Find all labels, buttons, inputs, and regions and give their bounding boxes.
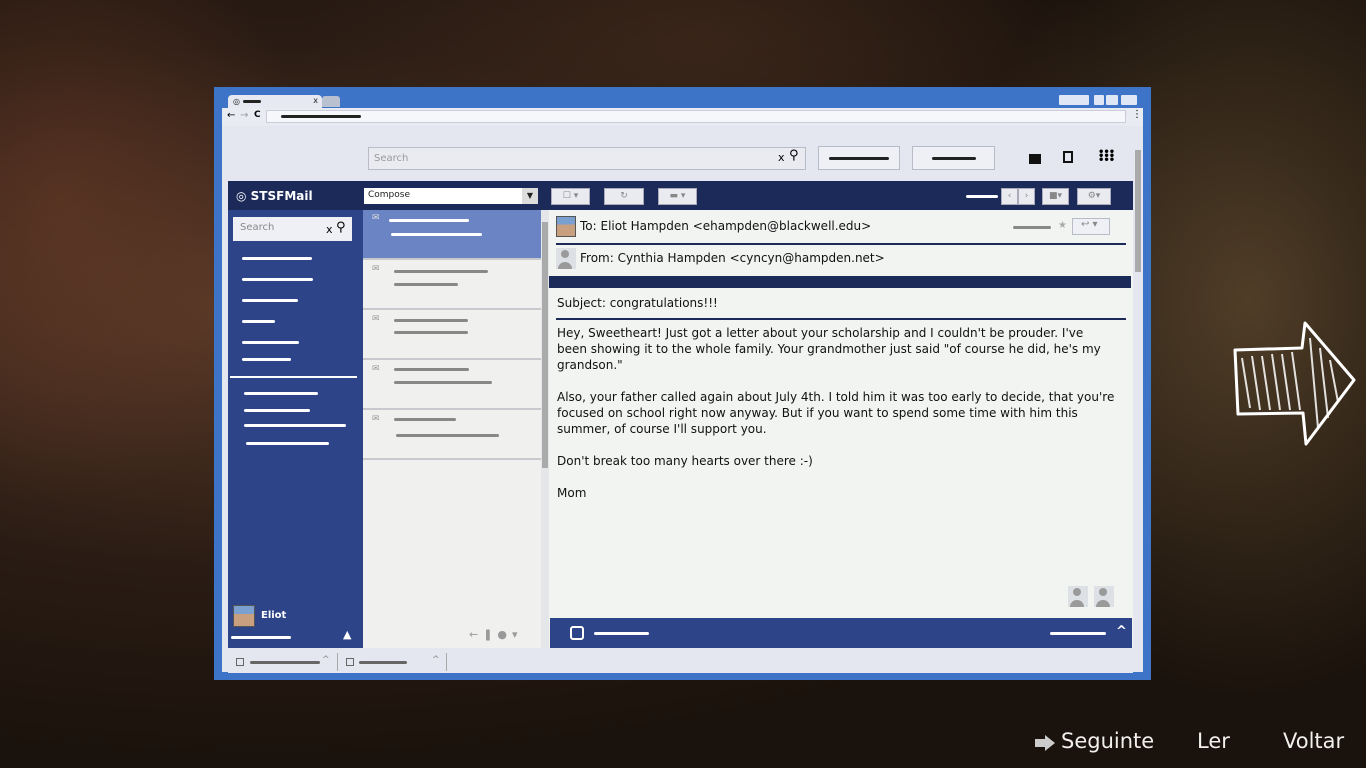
apps-grid-icon[interactable]: ••• ••• ••• bbox=[1098, 148, 1115, 166]
sidebar-clear-icon[interactable]: x bbox=[326, 223, 333, 236]
clear-search-icon[interactable]: x bbox=[778, 151, 785, 164]
sidebar-item[interactable] bbox=[242, 278, 313, 281]
next-page-button[interactable]: › bbox=[1018, 188, 1035, 205]
envelope-icon: ✉ bbox=[372, 364, 380, 374]
app-name: STSFMail bbox=[250, 189, 313, 203]
chevron-down-icon: ▼ bbox=[522, 188, 538, 204]
open-envelope-icon: ✉ bbox=[372, 213, 380, 223]
select-checkbox-button[interactable]: ☐ ▾ bbox=[551, 188, 590, 205]
more-button[interactable]: ▬ ▾ bbox=[658, 188, 697, 205]
back-prompt[interactable]: Voltar bbox=[1283, 729, 1344, 753]
forward-icon[interactable]: → bbox=[240, 110, 248, 121]
email-date bbox=[1013, 226, 1051, 229]
message-list: ✉ ✉ ✉ ✉ ✉ ←❚●▾ bbox=[363, 210, 541, 648]
message-row-selected[interactable]: ✉ bbox=[363, 210, 541, 260]
email-signature: Mom bbox=[557, 486, 587, 500]
list-scrollbar-thumb[interactable] bbox=[542, 222, 548, 468]
window-profile-button[interactable] bbox=[1059, 95, 1089, 105]
view-button[interactable]: ■▾ bbox=[1042, 188, 1069, 205]
sidebar-item[interactable] bbox=[242, 341, 299, 344]
compose-label: Compose bbox=[368, 190, 411, 200]
participant-avatar bbox=[1068, 586, 1088, 607]
next-arrow-icon[interactable] bbox=[1230, 318, 1360, 450]
reply-button[interactable]: ↩ ▾ bbox=[1072, 218, 1110, 235]
sidebar-item[interactable] bbox=[242, 358, 291, 361]
message-row[interactable]: ✉ bbox=[363, 360, 541, 410]
user-name: Eliot bbox=[261, 610, 287, 621]
refresh-button[interactable]: ↻ bbox=[604, 188, 644, 205]
chat-bar[interactable]: ^ bbox=[550, 618, 1132, 648]
read-prompt[interactable]: Ler bbox=[1197, 729, 1230, 753]
sidebar-label[interactable] bbox=[246, 442, 329, 445]
sidebar-item[interactable] bbox=[242, 257, 312, 260]
top-button-1[interactable] bbox=[818, 146, 900, 170]
sidebar-label[interactable] bbox=[244, 409, 310, 412]
prev-page-button[interactable]: ‹ bbox=[1001, 188, 1018, 205]
star-icon[interactable]: ★ bbox=[1058, 220, 1067, 231]
user-avatar[interactable] bbox=[233, 605, 255, 627]
close-tab-icon[interactable]: x bbox=[313, 96, 318, 105]
sidebar-label[interactable] bbox=[244, 424, 346, 427]
user-status bbox=[231, 636, 291, 639]
message-row[interactable]: ✉ bbox=[363, 410, 541, 460]
url-field[interactable] bbox=[266, 110, 1126, 123]
participant-avatar bbox=[1094, 586, 1114, 607]
sidebar-search-input[interactable]: Search bbox=[233, 217, 352, 241]
back-icon[interactable]: ← bbox=[227, 110, 235, 121]
email-body: Hey, Sweetheart! Just got a letter about… bbox=[557, 325, 1117, 501]
top-search-input[interactable]: Search bbox=[368, 147, 806, 170]
file-icon bbox=[236, 658, 244, 666]
copy-icon[interactable] bbox=[1063, 151, 1073, 163]
expand-up-icon[interactable]: ▲ bbox=[343, 628, 351, 641]
next-prompt[interactable]: Seguinte bbox=[1061, 729, 1154, 753]
sidebar-label[interactable] bbox=[244, 392, 318, 395]
sidebar-item[interactable] bbox=[242, 299, 298, 302]
message-row[interactable]: ✉ bbox=[363, 260, 541, 310]
chevron-up-icon[interactable]: ^ bbox=[322, 655, 330, 665]
list-actions-icons[interactable]: ←❚●▾ bbox=[469, 628, 523, 641]
message-row[interactable]: ✉ bbox=[363, 310, 541, 360]
browser-menu-icon[interactable]: ⋮ bbox=[1132, 109, 1142, 120]
search-icon[interactable]: ⚲ bbox=[789, 148, 799, 163]
recipient-avatar bbox=[556, 216, 576, 237]
close-window-button[interactable] bbox=[1121, 95, 1137, 105]
pager-text bbox=[966, 195, 998, 198]
maximize-button[interactable] bbox=[1106, 95, 1118, 105]
page-scrollbar-thumb[interactable] bbox=[1135, 150, 1141, 272]
envelope-icon: ✉ bbox=[372, 264, 380, 274]
envelope-icon: ✉ bbox=[372, 314, 380, 324]
download-bar: ^ ^ bbox=[228, 651, 1133, 673]
email-to: To: Eliot Hampden <ehampden@blackwell.ed… bbox=[580, 219, 872, 233]
sidebar-item[interactable] bbox=[242, 320, 275, 323]
email-from: From: Cynthia Hampden <cyncyn@hampden.ne… bbox=[580, 251, 885, 265]
compose-select[interactable]: Compose ▼ bbox=[364, 188, 538, 204]
folder-icon[interactable] bbox=[1029, 154, 1041, 164]
email-paragraph: Hey, Sweetheart! Just got a letter about… bbox=[557, 326, 1105, 372]
top-button-2[interactable] bbox=[912, 146, 995, 170]
sidebar-search-icon[interactable]: ⚲ bbox=[336, 220, 346, 235]
chat-icon bbox=[570, 626, 584, 640]
settings-gear-button[interactable]: ⚙▾ bbox=[1077, 188, 1111, 205]
browser-tab[interactable]: ◎ x bbox=[228, 95, 322, 109]
envelope-icon: ✉ bbox=[372, 414, 380, 424]
next-prompt-arrow-icon bbox=[1035, 735, 1055, 751]
email-subject: Subject: congratulations!!! bbox=[557, 296, 718, 310]
header-divider-bar bbox=[549, 276, 1131, 288]
sidebar-divider bbox=[230, 376, 357, 378]
chevron-up-icon[interactable]: ^ bbox=[1116, 624, 1127, 639]
sender-avatar bbox=[556, 248, 576, 269]
email-paragraph: Also, your father called again about Jul… bbox=[557, 390, 1119, 436]
app-logo: ◎ STSFMail bbox=[236, 189, 313, 203]
chevron-up-icon[interactable]: ^ bbox=[432, 655, 440, 665]
minimize-button[interactable] bbox=[1094, 95, 1104, 105]
new-tab-button[interactable] bbox=[322, 96, 340, 107]
email-paragraph: Don't break too many hearts over there :… bbox=[557, 454, 813, 468]
reload-icon[interactable]: C bbox=[254, 110, 261, 120]
sidebar: Eliot ▲ bbox=[228, 210, 363, 648]
file-icon bbox=[346, 658, 354, 666]
